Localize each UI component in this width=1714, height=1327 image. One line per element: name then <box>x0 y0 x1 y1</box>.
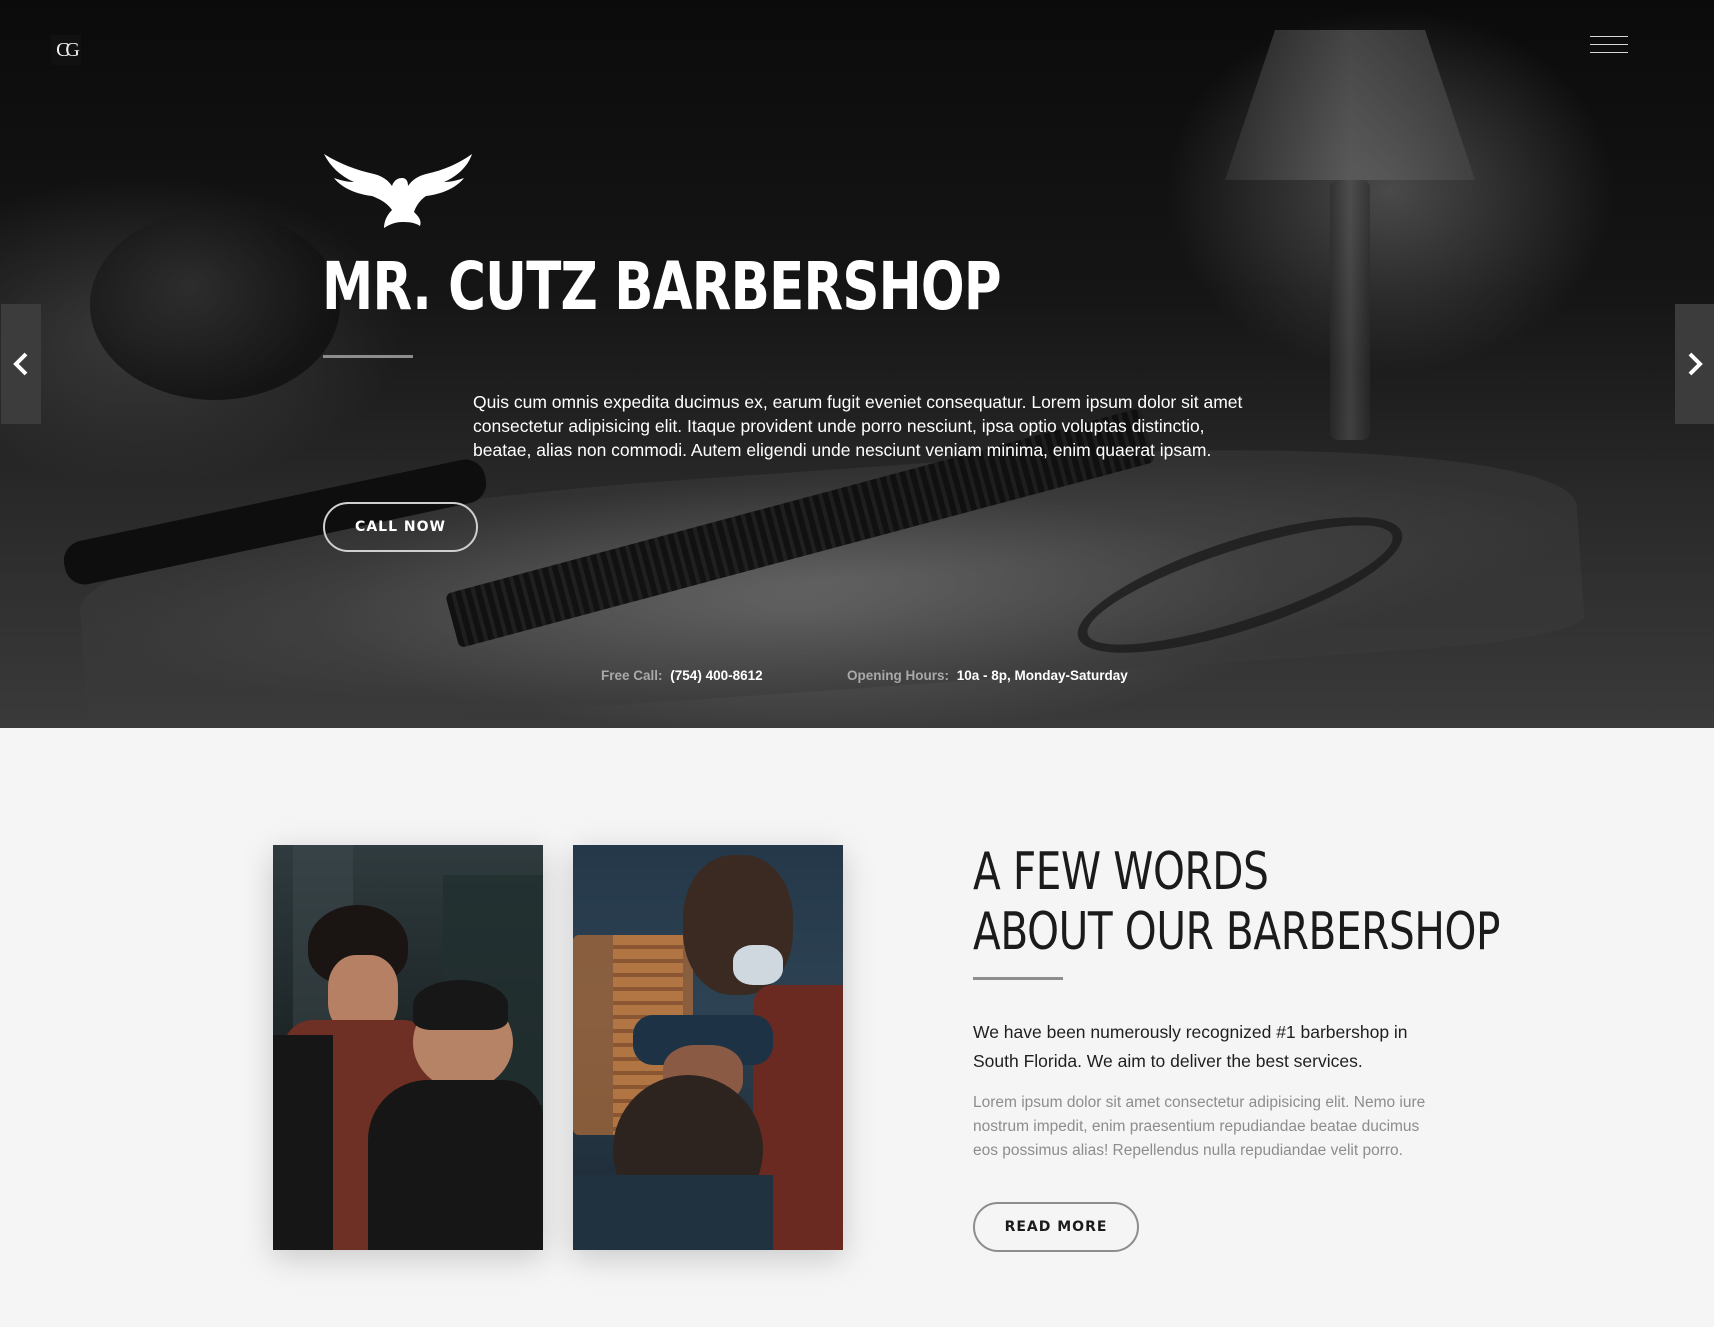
call-now-button[interactable]: CALL NOW <box>323 502 478 552</box>
about-divider <box>973 977 1063 980</box>
barber-photo-1 <box>273 845 543 1250</box>
hero-background-lamp-stand <box>1330 180 1370 440</box>
about-title: A FEW WORDS ABOUT OUR BARBERSHOP <box>973 842 1500 962</box>
free-call-label: Free Call: <box>601 668 663 683</box>
slider-next-button[interactable] <box>1675 304 1714 424</box>
logo-text: CG <box>56 38 80 61</box>
about-lead-text: We have been numerously recognized #1 ba… <box>973 1022 1408 1071</box>
about-title-line-1: A FEW WORDS <box>973 842 1269 902</box>
hero-section: CG MR. CUTZ BARBERSHOP Quis cum omnis ex… <box>0 0 1714 728</box>
chevron-left-icon <box>13 352 28 376</box>
read-more-button[interactable]: READ MORE <box>973 1202 1139 1252</box>
slider-prev-button[interactable] <box>1 304 41 424</box>
site-logo[interactable]: CG <box>51 35 81 65</box>
opening-hours-label: Opening Hours: <box>847 668 949 683</box>
about-title-line-2: ABOUT OUR BARBERSHOP <box>973 902 1501 962</box>
about-body-text: Lorem ipsum dolor sit amet consectetur a… <box>973 1094 1426 1159</box>
eagle-icon <box>324 154 472 228</box>
hero-title: MR. CUTZ BARBERSHOP <box>322 248 1002 325</box>
opening-hours-info: Opening Hours: 10a - 8p, Monday-Saturday <box>847 668 1128 683</box>
opening-hours-value: 10a - 8p, Monday-Saturday <box>956 668 1128 683</box>
hero-background-clipper <box>90 210 340 400</box>
chevron-right-icon <box>1688 352 1703 376</box>
barber-photo-2 <box>573 845 843 1250</box>
phone-number-link[interactable]: (754) 400-8612 <box>670 668 762 683</box>
hero-background-lamp <box>1225 30 1475 180</box>
hamburger-menu-icon[interactable] <box>1590 36 1628 56</box>
hero-description: Quis cum omnis expedita ducimus ex, earu… <box>473 392 1243 460</box>
free-call-info: Free Call: (754) 400-8612 <box>601 668 763 683</box>
hero-divider <box>323 355 413 358</box>
